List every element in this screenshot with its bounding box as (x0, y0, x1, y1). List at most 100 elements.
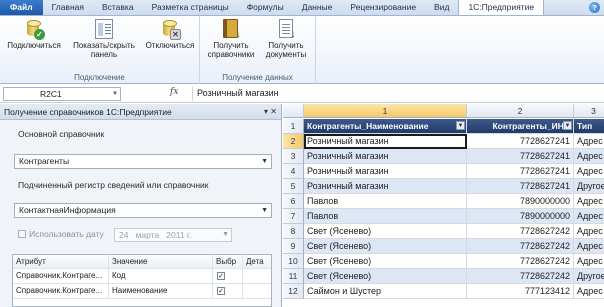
row-header[interactable]: 4 (283, 164, 304, 179)
attribute-grid-header: Атрибут Значение Выбр Дета (13, 255, 271, 269)
attribute-row[interactable]: Справочник.Контраге... Код ✓ (13, 269, 271, 284)
name-box-dropdown-icon[interactable]: ▼ (112, 88, 118, 100)
type-cell[interactable]: Другое (574, 179, 604, 194)
table-header-cell[interactable]: Контрагенты_ИНН ▼ (467, 119, 574, 134)
formula-input[interactable]: Розничный магазин (192, 87, 600, 101)
sub-register-value: КонтактнаяИнформация (19, 205, 116, 215)
main-reference-select[interactable]: Контрагенты ▼ (14, 154, 272, 169)
grid-header-detail[interactable]: Дета (243, 255, 271, 268)
inn-cell[interactable]: 7728627242 (467, 269, 574, 284)
column-header-1[interactable]: 1 (304, 104, 467, 118)
type-cell[interactable]: Адрес (574, 239, 604, 254)
attribute-row[interactable]: Справочник.Контраге... Наименование ✓ (13, 284, 271, 299)
grid-header-attribute[interactable]: Атрибут (13, 255, 109, 268)
name-cell[interactable]: Розничный магазин (304, 164, 467, 179)
type-cell[interactable]: Адрес (574, 194, 604, 209)
sub-register-select[interactable]: КонтактнаяИнформация ▼ (14, 203, 272, 218)
type-cell[interactable]: Адрес (574, 254, 604, 269)
ribbon-group-get-data: ↓ Получить справочники ↓ Получить докуме… (200, 16, 316, 84)
row-header[interactable]: 1 (283, 119, 304, 134)
row-header[interactable]: 3 (283, 149, 304, 164)
row-header[interactable]: 7 (283, 209, 304, 224)
name-cell[interactable]: Свет (Ясенево) (304, 254, 467, 269)
inn-cell[interactable]: 7890000000 (467, 194, 574, 209)
name-cell[interactable]: Розничный магазин (304, 134, 467, 149)
disconnect-button[interactable]: ✕ Отключиться (142, 18, 198, 50)
row-header[interactable]: 8 (283, 224, 304, 239)
tab-insert[interactable]: Вставка (93, 0, 143, 15)
name-cell[interactable]: Розничный магазин (304, 179, 467, 194)
select-all-corner[interactable] (283, 104, 304, 118)
tab-page-layout[interactable]: Разметка страницы (143, 0, 238, 15)
grid-header-value[interactable]: Значение (109, 255, 213, 268)
type-cell[interactable]: Адрес (574, 209, 604, 224)
use-date-checkbox[interactable]: Использовать дату (18, 229, 104, 239)
tab-home[interactable]: Главная (43, 0, 93, 15)
type-cell[interactable]: Адрес (574, 284, 604, 299)
tab-review[interactable]: Рецензирование (341, 0, 425, 15)
attribute-detail-cell (243, 269, 271, 283)
group-label-get-data: Получение данных (222, 73, 293, 82)
inn-cell[interactable]: 7728627241 (467, 164, 574, 179)
chevron-down-icon: ▼ (261, 207, 268, 214)
main-reference-value: Контрагенты (19, 156, 70, 166)
row-header[interactable]: 12 (283, 284, 304, 299)
row-header[interactable]: 6 (283, 194, 304, 209)
inn-cell[interactable]: 777123412 (467, 284, 574, 299)
row-header[interactable]: 5 (283, 179, 304, 194)
attribute-selected-checkbox[interactable]: ✓ (217, 287, 225, 295)
grid-header-selected[interactable]: Выбр (213, 255, 243, 268)
name-cell[interactable]: Розничный магазин (304, 149, 467, 164)
get-documents-button[interactable]: ↓ Получить документы (260, 18, 312, 59)
name-box[interactable]: R2C1 ▼ (3, 87, 121, 101)
attribute-name: Справочник.Контраге... (13, 284, 109, 298)
inn-cell[interactable]: 7728627241 (467, 134, 574, 149)
column-header-3[interactable]: 3 (574, 104, 604, 118)
get-references-label-line2: справочники (207, 50, 255, 59)
inn-cell[interactable]: 7728627241 (467, 179, 574, 194)
name-cell[interactable]: Свет (Ясенево) (304, 239, 467, 254)
help-icon[interactable]: ? (589, 2, 600, 13)
connect-button[interactable]: ✓ Подключиться (4, 18, 64, 50)
ribbon-group-connection: ✓ Подключиться Показать/скрыть панель ✕ … (0, 16, 200, 84)
name-cell[interactable]: Свет (Ясенево) (304, 224, 467, 239)
type-cell[interactable]: Адрес (574, 134, 604, 149)
type-cell[interactable]: Адрес (574, 224, 604, 239)
table-header-cell[interactable]: Тип (574, 119, 604, 134)
attribute-selected-cell: ✓ (213, 284, 243, 298)
checkbox-icon (18, 230, 26, 238)
function-icon[interactable]: fx (170, 87, 178, 97)
task-pane-controls-icon[interactable]: ▾ ✕ (264, 104, 277, 120)
name-cell[interactable]: Павлов (304, 209, 467, 224)
inn-cell[interactable]: 7890000000 (467, 209, 574, 224)
type-cell[interactable]: Адрес (574, 149, 604, 164)
tab-file[interactable]: Файл (0, 0, 43, 15)
inn-cell[interactable]: 7728627242 (467, 254, 574, 269)
type-cell[interactable]: Другое (574, 269, 604, 284)
get-references-button[interactable]: ↓ Получить справочники (204, 18, 258, 59)
inn-cell[interactable]: 7728627241 (467, 149, 574, 164)
column-header-2[interactable]: 2 (467, 104, 574, 118)
row-header[interactable]: 2 (283, 134, 304, 149)
row-header[interactable]: 9 (283, 239, 304, 254)
row-header[interactable]: 11 (283, 269, 304, 284)
name-cell[interactable]: Саймон и Шустер (304, 284, 467, 299)
table-header-cell[interactable]: Контрагенты_Наименование ▼ (304, 119, 467, 134)
date-picker[interactable]: 24 марта 2011 г. ▼ (114, 228, 232, 242)
attribute-selected-cell: ✓ (213, 269, 243, 283)
filter-dropdown-icon[interactable]: ▼ (563, 121, 572, 130)
type-cell[interactable]: Адрес (574, 164, 604, 179)
tab-1c-enterprise[interactable]: 1С:Предприятие (458, 0, 545, 15)
tab-formulas[interactable]: Формулы (238, 0, 293, 15)
filter-dropdown-icon[interactable]: ▼ (456, 121, 465, 130)
name-cell[interactable]: Свет (Ясенево) (304, 269, 467, 284)
tab-view[interactable]: Вид (425, 0, 458, 15)
attribute-selected-checkbox[interactable]: ✓ (217, 272, 225, 280)
toggle-panel-button[interactable]: Показать/скрыть панель (68, 18, 140, 59)
name-cell[interactable]: Павлов (304, 194, 467, 209)
inn-cell[interactable]: 7728627242 (467, 239, 574, 254)
row-header[interactable]: 10 (283, 254, 304, 269)
tab-data[interactable]: Данные (293, 0, 342, 15)
inn-cell[interactable]: 7728627242 (467, 224, 574, 239)
document-download-icon: ↓ (275, 18, 297, 40)
